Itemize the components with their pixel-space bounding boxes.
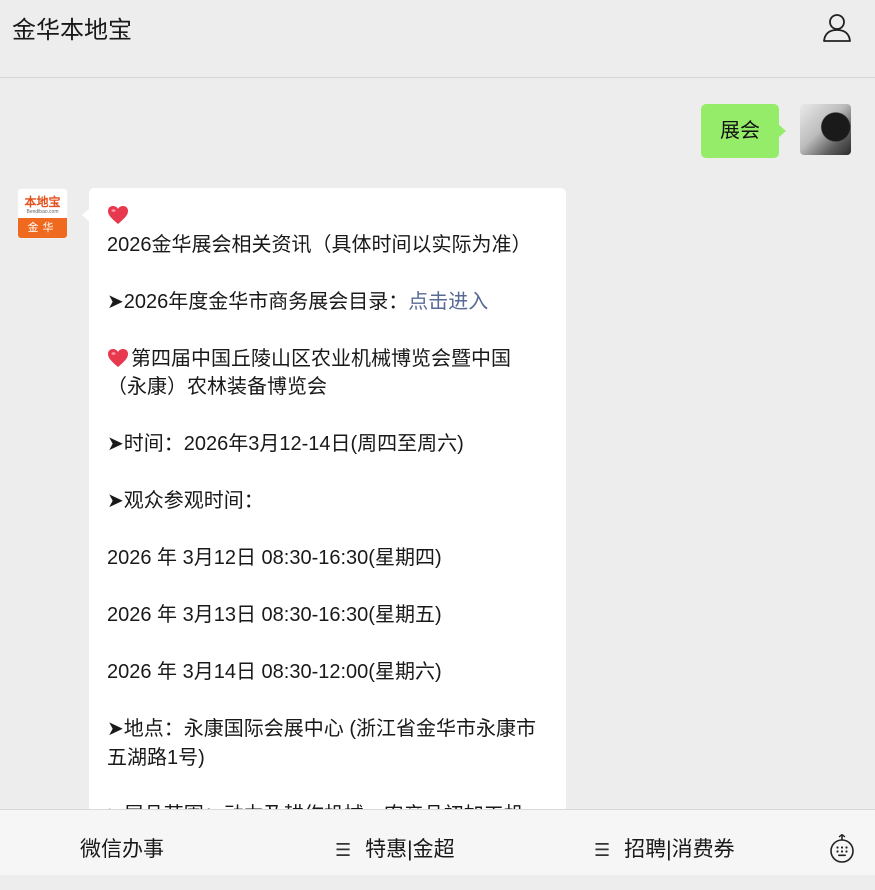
heart-icon xyxy=(108,206,128,224)
message-intro: 2026金华展会相关资讯（具体时间以实际为准） xyxy=(107,202,550,259)
menu-lines-icon: ☰ xyxy=(594,840,611,860)
message-visit-label: ➤观众参观时间： xyxy=(107,490,264,512)
chat-area[interactable]: 展会 本地宝 Bendibao.com 金华 2026金华展会相关资讯（具体时间… xyxy=(0,78,875,809)
avatar-logo-sub: Bendibao.com xyxy=(26,209,59,215)
heart-icon xyxy=(108,348,128,367)
menu-item-jobs[interactable]: ☰ 招聘|消费券 xyxy=(594,810,735,876)
chat-title: 金华本地宝 xyxy=(12,17,132,44)
avatar-logo-text: 本地宝 xyxy=(24,195,61,209)
message-day-3: 2026 年 3月14日 08:30-12:00(星期六) xyxy=(107,661,442,683)
menu-item-wechat-service[interactable]: 微信办事 xyxy=(80,810,164,876)
menu-lines-icon: ☰ xyxy=(335,840,352,860)
bottom-menu-bar: 微信办事 ☰ 特惠|金超 ☰ 招聘|消费券 xyxy=(0,809,875,875)
profile-icon[interactable] xyxy=(821,12,853,44)
message-day-1: 2026 年 3月12日 08:30-16:30(星期四) xyxy=(107,547,442,569)
catalog-label: ➤2026年度金华市商务展会目录： xyxy=(107,290,409,313)
message-catalog: ➤2026年度金华市商务展会目录：点击进入 xyxy=(107,288,550,317)
message-expo-name: 第四届中国丘陵山区农业机械博览会暨中国（永康）农林装备博览会 xyxy=(107,345,550,402)
expo-name-text: 第四届中国丘陵山区农业机械博览会暨中国（永康）农林装备博览会 xyxy=(107,347,511,399)
chat-header: 金华本地宝 xyxy=(0,0,875,78)
message-venue: ➤地点：永康国际会展中心 (浙江省金华市永康市五湖路1号) xyxy=(107,718,536,769)
avatar-city-label: 金华 xyxy=(18,218,67,238)
my-message-bubble[interactable]: 展会 xyxy=(701,104,786,158)
menu-item-label: 招聘|消费券 xyxy=(624,838,735,861)
message-scope: ➤展品范围：动力及耕作机械、农产品初加工机 xyxy=(107,801,550,810)
message-day-2: 2026 年 3月13日 08:30-16:30(星期五) xyxy=(107,604,442,626)
account-message-bubble: 2026金华展会相关资讯（具体时间以实际为准） ➤2026年度金华市商务展会目录… xyxy=(82,188,566,810)
account-avatar[interactable]: 本地宝 Bendibao.com 金华 xyxy=(17,188,68,239)
my-avatar[interactable] xyxy=(800,104,851,155)
catalog-link[interactable]: 点击进入 xyxy=(408,291,488,313)
menu-item-deals[interactable]: ☰ 特惠|金超 xyxy=(335,810,455,876)
message-time: ➤时间：2026年3月12-14日(周四至周六) xyxy=(107,433,464,455)
keyboard-icon[interactable] xyxy=(829,834,855,864)
menu-item-label: 特惠|金超 xyxy=(365,838,455,861)
intro-text: 2026金华展会相关资讯（具体时间以实际为准） xyxy=(107,233,532,256)
menu-item-label: 微信办事 xyxy=(80,838,164,861)
